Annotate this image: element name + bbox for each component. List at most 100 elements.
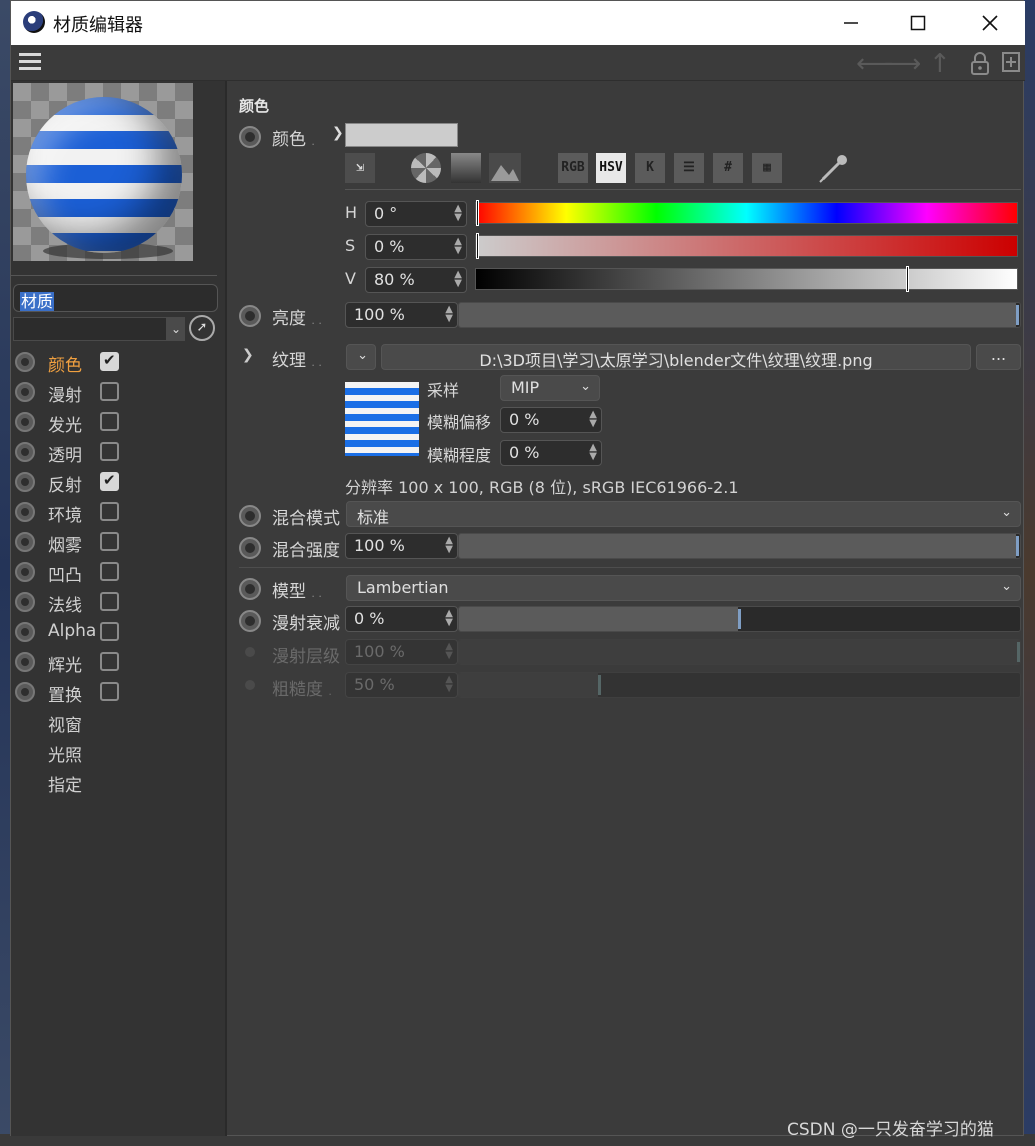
mixer-icon[interactable]: ☰ <box>674 153 704 183</box>
animate-mix-strength-radio[interactable] <box>239 537 261 559</box>
channel-animate-radio[interactable] <box>15 442 35 462</box>
channel-checkbox[interactable] <box>100 442 119 461</box>
brightness-field[interactable]: 100 % ▲ ▼ <box>345 302 458 328</box>
diffuse-falloff-field[interactable]: 0 % ▲ ▼ <box>345 606 458 632</box>
blur-scale-field[interactable]: 0 % ▲ ▼ <box>500 440 602 466</box>
section-row[interactable]: 光照 <box>11 737 227 767</box>
channel-checkbox[interactable] <box>100 502 119 521</box>
mix-strength-field[interactable]: 100 % ▲ ▼ <box>345 533 458 559</box>
channel-row[interactable]: 法线 <box>11 587 227 617</box>
texture-type-dropdown[interactable]: ⌄ <box>346 344 376 370</box>
channel-animate-radio[interactable] <box>15 532 35 552</box>
title-bar[interactable]: 材质编辑器 <box>11 1 1025 45</box>
channel-row[interactable]: 环境 <box>11 497 227 527</box>
channel-checkbox[interactable] <box>100 562 119 581</box>
swatch-grid-icon[interactable]: ▦ <box>752 153 782 183</box>
forward-arrow-icon[interactable]: ⟶ <box>884 49 921 79</box>
channel-animate-radio[interactable] <box>15 622 35 642</box>
tool-kelvin[interactable]: K <box>635 153 665 183</box>
spectrum-icon[interactable] <box>451 153 481 183</box>
slider-knob[interactable] <box>1016 536 1019 556</box>
tool-hex[interactable]: # <box>713 153 743 183</box>
channel-row[interactable]: 置换 <box>11 677 227 707</box>
texture-thumbnail[interactable] <box>345 382 419 456</box>
channel-label[interactable]: 烟雾 <box>48 531 82 556</box>
channel-animate-radio[interactable] <box>15 412 35 432</box>
slider-knob[interactable] <box>738 609 741 629</box>
color-expand-chevron-icon[interactable]: ❯ <box>332 125 344 141</box>
animate-diffuse-falloff-radio[interactable] <box>239 610 261 632</box>
blur-offset-field[interactable]: 0 % ▲ ▼ <box>500 407 602 433</box>
channel-label[interactable]: 辉光 <box>48 651 82 676</box>
channel-animate-radio[interactable] <box>15 652 35 672</box>
channel-label[interactable]: 反射 <box>48 471 82 496</box>
channel-checkbox[interactable] <box>100 622 119 641</box>
hue-cursor[interactable] <box>476 200 479 226</box>
channel-animate-radio[interactable] <box>15 352 35 372</box>
v-value-field[interactable]: 80 % ▲ ▼ <box>365 267 467 293</box>
channel-label[interactable]: 法线 <box>48 591 82 616</box>
color-wheel-icon[interactable] <box>411 153 441 183</box>
minimize-button[interactable] <box>816 1 886 45</box>
close-button[interactable] <box>955 1 1025 45</box>
tool-hsv[interactable]: HSV <box>596 153 626 183</box>
value-cursor[interactable] <box>906 266 909 292</box>
pick-cursor-icon[interactable]: ➚ <box>189 315 215 341</box>
channel-checkbox[interactable] <box>100 382 119 401</box>
image-picker-icon[interactable] <box>489 153 521 183</box>
channel-row[interactable]: 辉光 <box>11 647 227 677</box>
channel-row[interactable]: 烟雾 <box>11 527 227 557</box>
brightness-slider[interactable] <box>458 302 1021 328</box>
h-value-field[interactable]: 0 ° ▲ ▼ <box>365 201 467 227</box>
section-label[interactable]: 视窗 <box>48 711 82 736</box>
channel-animate-radio[interactable] <box>15 472 35 492</box>
material-name-input[interactable]: 材质 <box>13 284 218 312</box>
material-preview[interactable] <box>13 83 193 261</box>
texture-path-field[interactable]: D:\3D项目\学习\太原学习\blender文件\纹理\纹理.png <box>381 344 971 370</box>
sampling-dropdown[interactable]: MIP ⌄ <box>500 375 600 401</box>
lock-icon[interactable] <box>970 51 990 75</box>
channel-row[interactable]: 凹凸 <box>11 557 227 587</box>
channel-label[interactable]: 颜色 <box>48 351 82 376</box>
diffuse-falloff-slider[interactable] <box>458 606 1021 632</box>
channel-row[interactable]: 反射 <box>11 467 227 497</box>
model-dropdown[interactable]: Lambertian ⌄ <box>346 575 1021 601</box>
hamburger-menu-icon[interactable] <box>19 53 41 71</box>
animate-mix-mode-radio[interactable] <box>239 505 261 527</box>
channel-label[interactable]: 凹凸 <box>48 561 82 586</box>
channel-checkbox[interactable] <box>100 471 119 491</box>
channel-checkbox[interactable] <box>100 682 119 701</box>
tool-rgb[interactable]: RGB <box>558 153 588 183</box>
channel-label[interactable]: 置换 <box>48 681 82 706</box>
section-label[interactable]: 指定 <box>48 771 82 796</box>
channel-row[interactable]: 颜色 <box>11 347 227 377</box>
channel-label[interactable]: 透明 <box>48 441 82 466</box>
maximize-button[interactable] <box>883 1 953 45</box>
channel-checkbox[interactable] <box>100 532 119 551</box>
slider-knob[interactable] <box>1016 305 1019 325</box>
channel-checkbox[interactable] <box>100 351 119 371</box>
hue-bar[interactable] <box>475 200 1018 226</box>
compress-icon[interactable]: ⇲ <box>345 153 375 183</box>
section-label[interactable]: 光照 <box>48 741 82 766</box>
channel-row[interactable]: 透明 <box>11 437 227 467</box>
section-row[interactable]: 指定 <box>11 767 227 797</box>
texture-expand-chevron-icon[interactable]: ❯ <box>242 347 254 363</box>
channel-label[interactable]: 漫射 <box>48 381 82 406</box>
channel-animate-radio[interactable] <box>15 592 35 612</box>
channel-label[interactable]: 环境 <box>48 501 82 526</box>
color-swatch[interactable] <box>345 123 458 147</box>
up-arrow-icon[interactable]: ↑ <box>929 49 951 79</box>
channel-animate-radio[interactable] <box>15 502 35 522</box>
mix-mode-dropdown[interactable]: 标准 ⌄ <box>346 501 1021 527</box>
channel-row[interactable]: 发光 <box>11 407 227 437</box>
channel-animate-radio[interactable] <box>15 682 35 702</box>
mix-strength-slider[interactable] <box>458 533 1021 559</box>
saturation-bar[interactable] <box>475 233 1018 259</box>
new-panel-icon[interactable] <box>1001 51 1021 73</box>
channel-label[interactable]: Alpha <box>48 621 96 641</box>
animate-color-radio[interactable] <box>239 126 261 148</box>
channel-animate-radio[interactable] <box>15 382 35 402</box>
animate-brightness-radio[interactable] <box>239 305 261 327</box>
s-value-field[interactable]: 0 % ▲ ▼ <box>365 234 467 260</box>
